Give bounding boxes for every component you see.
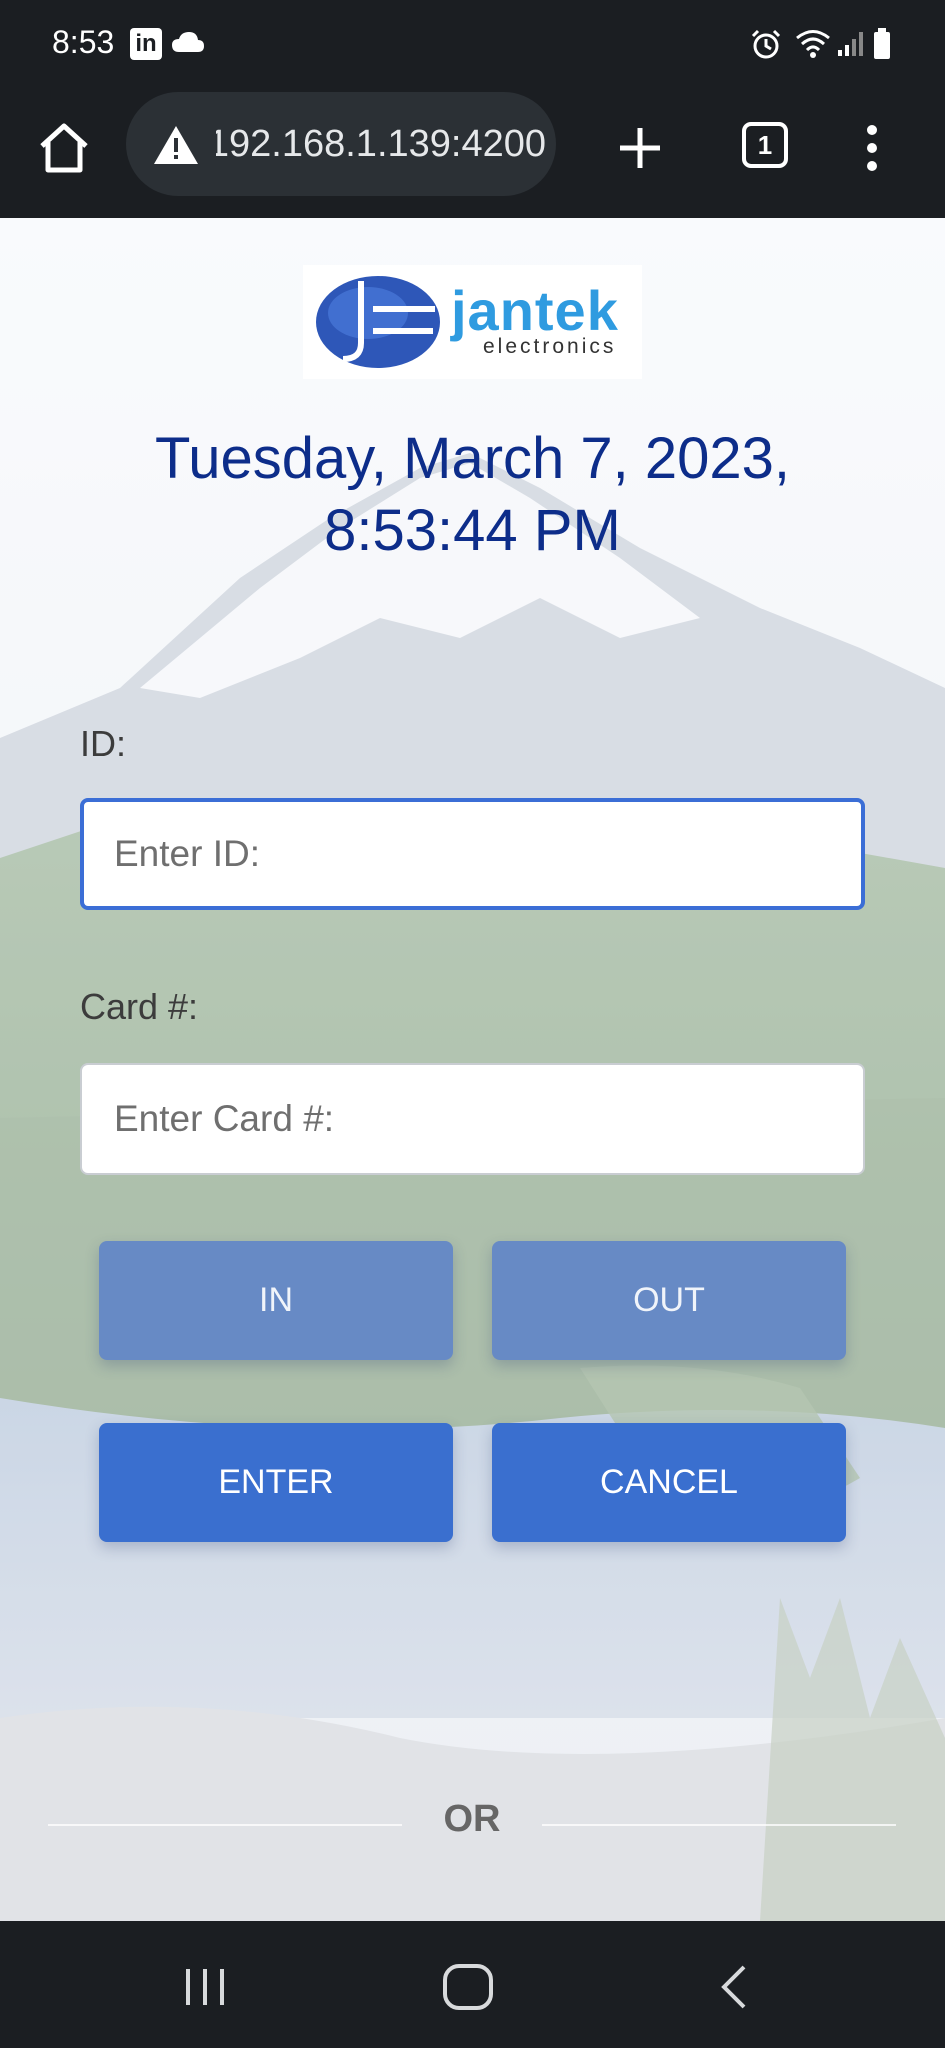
not-secure-warning-icon[interactable] <box>152 124 200 166</box>
linkedin-icon: in <box>130 28 162 60</box>
signal-icon <box>838 32 863 56</box>
out-button[interactable]: OUT <box>492 1241 846 1360</box>
cloud-icon <box>172 32 204 52</box>
alarm-icon <box>751 29 781 59</box>
time-line: 8:53:44 PM <box>324 498 621 563</box>
new-tab-plus-icon[interactable] <box>610 118 670 178</box>
tab-count: 1 <box>757 130 773 160</box>
current-datetime: Tuesday, March 7, 2023, 8:53:44 PM <box>60 423 885 567</box>
recent-apps-icon[interactable] <box>180 1965 230 2009</box>
home-icon[interactable] <box>34 118 94 178</box>
cancel-button[interactable]: CANCEL <box>492 1423 846 1542</box>
status-bar: 8:53 in <box>0 0 945 88</box>
logo-wordmark: jantek <box>451 279 619 342</box>
address-bar[interactable]: 192.168.1.139:4200 <box>126 92 556 196</box>
card-number-label: Card #: <box>80 986 199 1027</box>
in-button[interactable]: IN <box>99 1241 453 1360</box>
card-number-input[interactable] <box>80 1063 865 1175</box>
logo-subtitle: electronics <box>483 335 617 358</box>
enter-button[interactable]: ENTER <box>99 1423 453 1542</box>
back-nav-icon[interactable] <box>716 1961 752 2013</box>
system-navigation-bar <box>0 1921 945 2048</box>
url-text[interactable]: 192.168.1.139:4200 <box>216 118 546 170</box>
id-input[interactable] <box>80 798 865 910</box>
or-divider-text: OR <box>443 1798 501 1840</box>
more-menu-icon[interactable] <box>858 118 886 178</box>
jantek-logo-mark-icon <box>316 276 440 368</box>
or-divider-right <box>542 1824 896 1826</box>
jantek-logo: jantek electronics <box>303 265 642 379</box>
tab-switcher-button[interactable]: 1 <box>742 122 788 168</box>
battery-icon <box>874 28 890 59</box>
web-page: jantek electronics Tuesday, March 7, 202… <box>0 218 945 1921</box>
id-label: ID: <box>80 723 127 764</box>
date-line: Tuesday, March 7, 2023, <box>154 426 791 491</box>
or-divider-left <box>48 1824 402 1826</box>
status-time: 8:53 <box>52 24 115 60</box>
wifi-icon <box>796 30 830 58</box>
home-nav-icon[interactable] <box>440 1961 496 2013</box>
browser-toolbar: 192.168.1.139:4200 1 <box>0 88 945 218</box>
